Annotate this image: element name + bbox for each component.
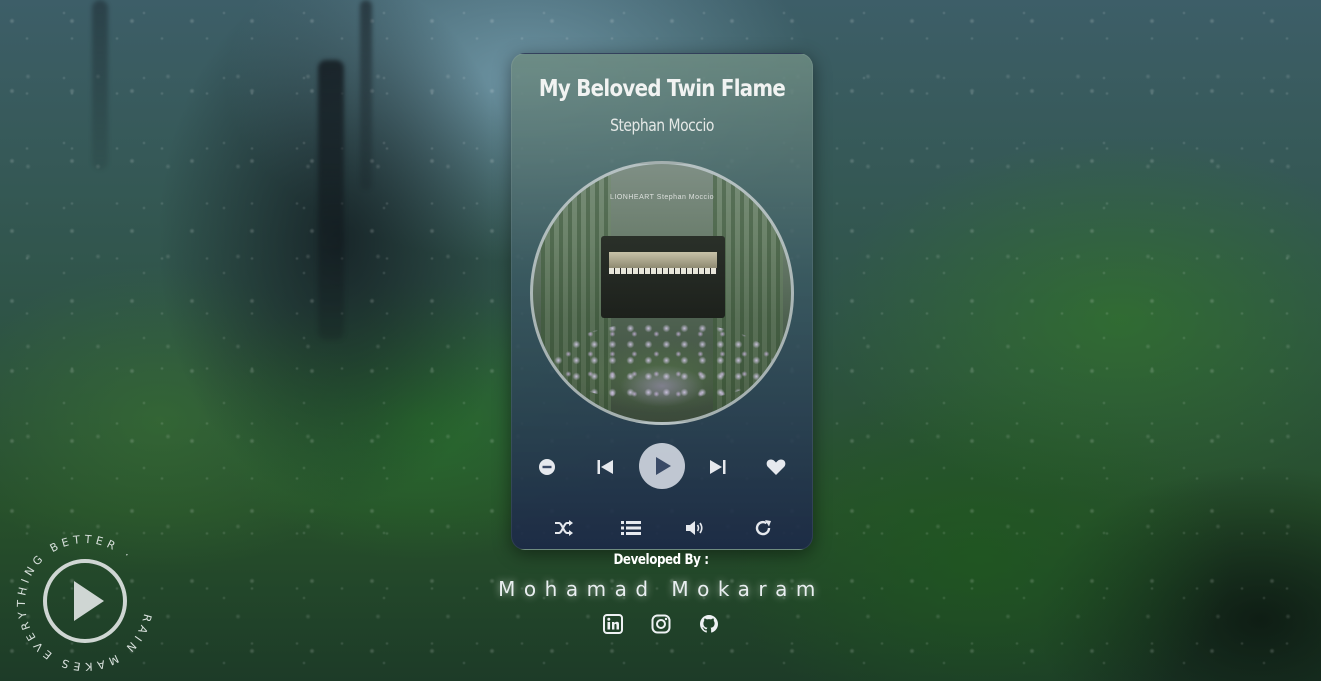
- next-icon: [710, 460, 726, 474]
- artist-name: Stephan Moccio: [610, 116, 714, 136]
- repeat-icon: [755, 520, 771, 536]
- repeat-button[interactable]: [752, 517, 774, 539]
- previous-icon: [597, 460, 613, 474]
- remove-button[interactable]: [536, 456, 558, 478]
- github-link[interactable]: [698, 613, 720, 635]
- previous-button[interactable]: [594, 456, 616, 478]
- song-title: My Beloved Twin Flame: [538, 76, 786, 102]
- cover-logo: LIONHEART Stephan Moccio: [610, 194, 714, 201]
- music-player-card: My Beloved Twin Flame Stephan Moccio LIO…: [511, 53, 813, 550]
- instagram-icon: [651, 614, 671, 634]
- linkedin-icon: [603, 614, 623, 634]
- heart-icon: [766, 459, 786, 475]
- shuffle-button[interactable]: [553, 517, 575, 539]
- album-cover: LIONHEART Stephan Moccio: [530, 161, 794, 425]
- like-button[interactable]: [765, 456, 787, 478]
- cover-piano: [601, 236, 725, 318]
- next-button[interactable]: [707, 456, 729, 478]
- rain-streak: [92, 0, 108, 170]
- rain-streak: [360, 0, 372, 190]
- github-icon: [700, 615, 718, 633]
- rain-badge: RAIN MAKES EVERYTHING BETTER ·: [4, 522, 167, 681]
- developer-name: Mohamad Mokaram: [498, 577, 824, 601]
- play-icon: [656, 457, 671, 475]
- shuffle-icon: [555, 520, 573, 536]
- play-icon: [74, 581, 104, 621]
- remove-icon: [539, 459, 555, 475]
- volume-button[interactable]: [684, 517, 706, 539]
- rain-badge-play-button[interactable]: RAIN MAKES EVERYTHING BETTER ·: [4, 522, 167, 681]
- playlist-button[interactable]: [620, 517, 642, 539]
- play-button[interactable]: [639, 443, 685, 489]
- playlist-icon: [621, 521, 641, 535]
- volume-icon: [686, 521, 703, 535]
- rain-streak: [318, 60, 344, 340]
- linkedin-link[interactable]: [602, 613, 624, 635]
- developed-by-label: Developed By :: [613, 552, 709, 568]
- social-links: [600, 613, 722, 635]
- instagram-link[interactable]: [650, 613, 672, 635]
- cover-flowers: [553, 322, 773, 402]
